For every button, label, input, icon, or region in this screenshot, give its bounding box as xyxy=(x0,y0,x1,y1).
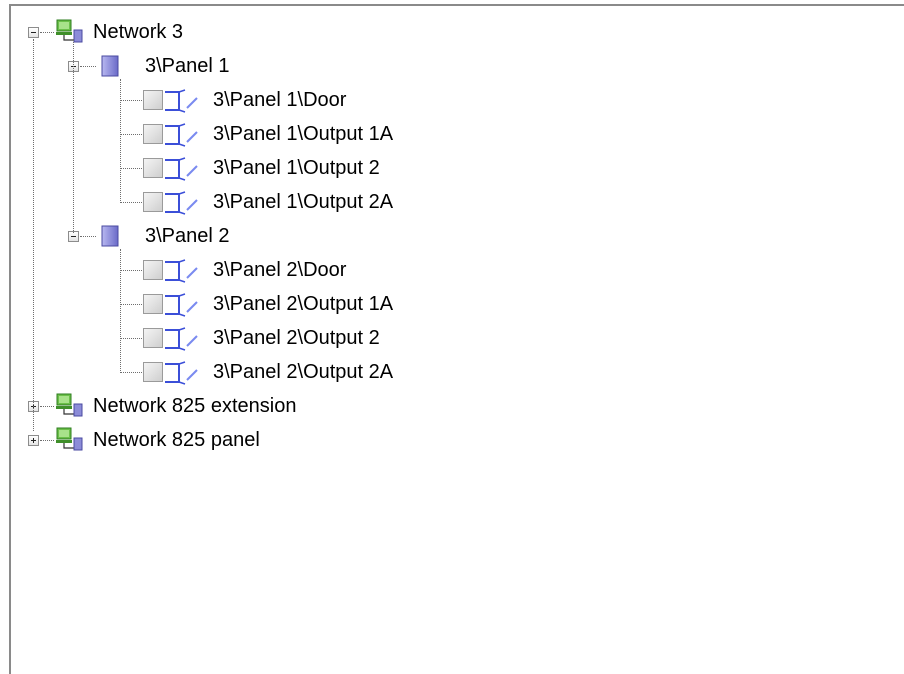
tree-connector-line xyxy=(120,249,121,373)
tree-node-output[interactable]: 3\Panel 1\Output 2A xyxy=(11,187,904,219)
checkbox-icon[interactable] xyxy=(143,328,163,348)
panel-label: 3\Panel 1 xyxy=(145,55,230,77)
tree-node-output[interactable]: 3\Panel 2\Output 1A xyxy=(11,289,904,321)
tree-node-output[interactable]: 3\Panel 2\Output 2 xyxy=(11,323,904,355)
door-output-icon xyxy=(165,327,198,351)
checkbox-icon[interactable] xyxy=(143,192,163,212)
tree-connector-line xyxy=(120,79,121,203)
network-label: Network 825 extension xyxy=(93,395,297,417)
collapse-toggle-icon[interactable] xyxy=(28,27,39,38)
output-label: 3\Panel 2\Door xyxy=(213,259,347,281)
output-label: 3\Panel 2\Output 1A xyxy=(213,293,394,315)
tree-node-panel-1[interactable]: 3\Panel 1 xyxy=(11,51,904,83)
network-label: Network 825 panel xyxy=(93,429,260,451)
tree-node-output[interactable]: 3\Panel 2\Door xyxy=(11,255,904,287)
output-label: 3\Panel 1\Output 1A xyxy=(213,123,394,145)
door-output-icon xyxy=(165,89,198,113)
tree-connector-line xyxy=(33,39,34,431)
device-tree-view[interactable]: Network 3 3\Panel 1 3\Panel 1\Door 3\Pan… xyxy=(9,4,904,674)
tree-node-network-825-extension[interactable]: Network 825 extension xyxy=(11,391,904,423)
checkbox-icon[interactable] xyxy=(143,124,163,144)
output-label: 3\Panel 1\Output 2 xyxy=(213,157,380,179)
checkbox-icon[interactable] xyxy=(143,362,163,382)
door-output-icon xyxy=(165,157,198,181)
tree-node-network-3[interactable]: Network 3 xyxy=(11,17,904,49)
network-computer-icon xyxy=(56,427,83,451)
panel-icon xyxy=(101,55,119,77)
checkbox-icon[interactable] xyxy=(143,294,163,314)
checkbox-icon[interactable] xyxy=(143,260,163,280)
tree-node-output[interactable]: 3\Panel 1\Output 2 xyxy=(11,153,904,185)
expand-toggle-icon[interactable] xyxy=(28,435,39,446)
output-label: 3\Panel 2\Output 2A xyxy=(213,361,394,383)
tree-node-output[interactable]: 3\Panel 1\Output 1A xyxy=(11,119,904,151)
door-output-icon xyxy=(165,361,198,385)
output-label: 3\Panel 1\Door xyxy=(213,89,347,111)
output-label: 3\Panel 1\Output 2A xyxy=(213,191,394,213)
network-computer-icon xyxy=(56,19,83,43)
panel-label: 3\Panel 2 xyxy=(145,225,230,247)
door-output-icon xyxy=(165,293,198,317)
tree-node-panel-2[interactable]: 3\Panel 2 xyxy=(11,221,904,253)
checkbox-icon[interactable] xyxy=(143,158,163,178)
tree-node-network-825-panel[interactable]: Network 825 panel xyxy=(11,425,904,457)
checkbox-icon[interactable] xyxy=(143,90,163,110)
door-output-icon xyxy=(165,259,198,283)
network-computer-icon xyxy=(56,393,83,417)
tree-connector-line xyxy=(73,39,74,233)
panel-icon xyxy=(101,225,119,247)
network-label: Network 3 xyxy=(93,21,184,43)
output-label: 3\Panel 2\Output 2 xyxy=(213,327,380,349)
door-output-icon xyxy=(165,123,198,147)
tree-node-output[interactable]: 3\Panel 1\Door xyxy=(11,85,904,117)
tree-node-output[interactable]: 3\Panel 2\Output 2A xyxy=(11,357,904,389)
door-output-icon xyxy=(165,191,198,215)
